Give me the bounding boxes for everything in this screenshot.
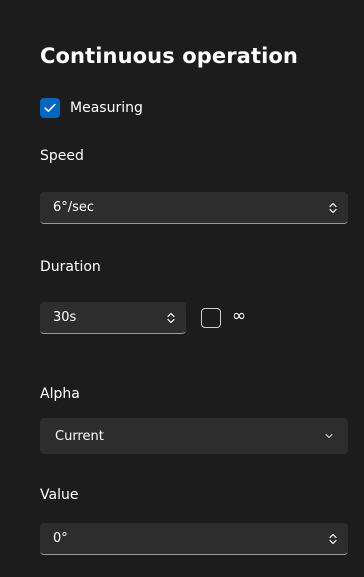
value-value[interactable]: 0° <box>53 531 328 546</box>
measuring-label: Measuring <box>70 100 143 116</box>
spinner-chevrons-icon[interactable] <box>328 533 338 545</box>
spinner-chevrons-icon[interactable] <box>328 202 338 214</box>
checkmark-icon <box>44 103 56 113</box>
value-label: Value <box>40 487 79 503</box>
alpha-label: Alpha <box>40 386 80 402</box>
value-input[interactable]: 0° <box>40 523 348 555</box>
infinity-label: ∞ <box>232 306 247 326</box>
alpha-selected-value: Current <box>55 428 104 444</box>
spinner-chevrons-icon[interactable] <box>166 312 176 324</box>
speed-input[interactable]: 6°/sec <box>40 192 348 224</box>
measuring-checkbox-row[interactable]: Measuring <box>40 97 143 119</box>
duration-label: Duration <box>40 259 101 275</box>
chevron-down-icon <box>324 432 334 440</box>
duration-input[interactable]: 30s <box>40 302 186 334</box>
alpha-dropdown[interactable]: Current <box>40 418 348 454</box>
continuous-operation-panel: Continuous operation Measuring Speed 6°/… <box>0 0 364 577</box>
speed-value[interactable]: 6°/sec <box>53 200 328 215</box>
duration-value[interactable]: 30s <box>53 310 166 325</box>
speed-label: Speed <box>40 148 84 164</box>
panel-title: Continuous operation <box>40 44 298 68</box>
infinite-duration-checkbox[interactable] <box>201 308 221 328</box>
measuring-checkbox[interactable] <box>40 98 60 118</box>
